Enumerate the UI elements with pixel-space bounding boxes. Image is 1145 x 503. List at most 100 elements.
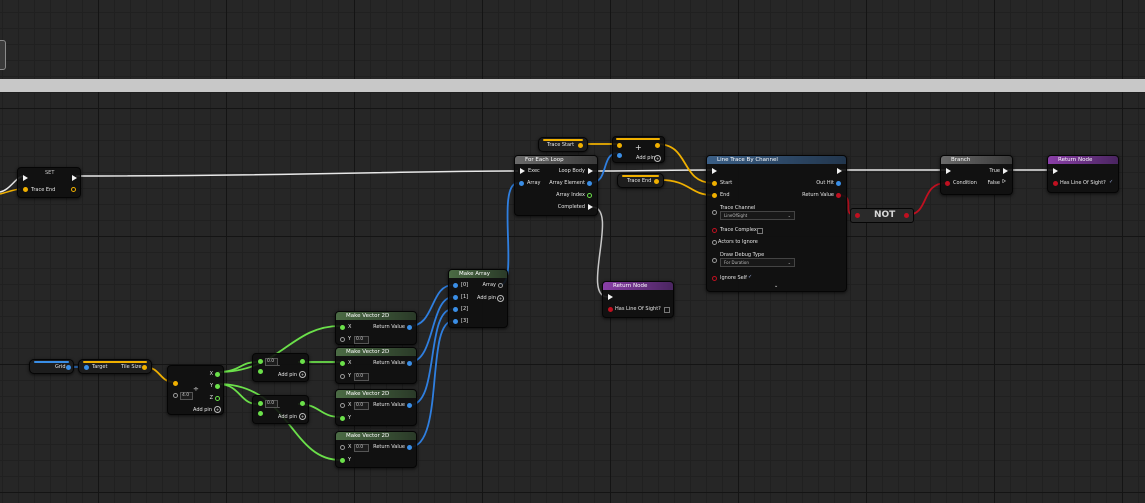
x-pin[interactable]	[340, 403, 345, 408]
b-pin[interactable]	[258, 411, 263, 416]
item-pin[interactable]	[453, 295, 458, 300]
exec-in-pin[interactable]	[608, 294, 613, 300]
exec-in-pin[interactable]	[520, 168, 525, 174]
for-each-loop-node[interactable]: For Each Loop Exec Array Loop Body Array…	[514, 155, 598, 216]
a-input[interactable]: 0.0	[265, 358, 278, 366]
trace-complex-checkbox[interactable]	[757, 228, 763, 234]
return-pin[interactable]	[655, 143, 660, 148]
return-value-pin[interactable]	[836, 193, 841, 198]
a-pin[interactable]	[258, 359, 263, 364]
ignore-self-pin[interactable]	[712, 276, 717, 281]
b-pin[interactable]	[617, 153, 622, 158]
return-value-pin[interactable]	[407, 403, 412, 408]
return-node[interactable]: Return Node Has Line Of Sight?	[602, 281, 674, 318]
exec-out-pin[interactable]	[72, 175, 77, 181]
trace-complex-pin[interactable]	[712, 228, 717, 233]
start-pin[interactable]	[712, 181, 717, 186]
b-pin[interactable]	[258, 369, 263, 374]
y-pin[interactable]	[340, 337, 345, 342]
y-input[interactable]: 0.0	[354, 336, 369, 344]
x-pin[interactable]	[340, 361, 345, 366]
draw-debug-dropdown[interactable]: For Duration ⌄	[720, 258, 795, 267]
x-out-pin[interactable]	[215, 372, 220, 377]
trace-channel-pin[interactable]	[712, 210, 717, 215]
item-pin[interactable]	[453, 319, 458, 324]
set-node[interactable]: SET Trace End	[17, 167, 81, 198]
y-input[interactable]: 0.0	[354, 373, 369, 381]
completed-pin[interactable]	[588, 204, 593, 210]
return-pin[interactable]	[300, 401, 305, 406]
trace-start-variable[interactable]: Trace Start	[538, 137, 588, 152]
object-out-pin[interactable]	[66, 365, 71, 370]
condition-pin[interactable]	[945, 181, 950, 186]
expand-icon[interactable]: ⌄	[774, 283, 778, 289]
make-vector-2d-node[interactable]: Make Vector 2D X 0.0 Y Return Value	[335, 389, 417, 426]
x-pin[interactable]	[340, 445, 345, 450]
vector-in-pin[interactable]	[23, 187, 28, 192]
target-pin[interactable]	[84, 365, 89, 370]
true-pin[interactable]	[1003, 168, 1008, 174]
a-pin[interactable]	[173, 381, 178, 386]
add-pin-icon[interactable]: +	[497, 295, 504, 302]
trace-end-variable[interactable]: Trace End	[617, 173, 664, 188]
return-value-pin[interactable]	[407, 361, 412, 366]
item-pin[interactable]	[453, 307, 458, 312]
has-los-pin[interactable]	[1053, 181, 1058, 186]
x-pin[interactable]	[340, 325, 345, 330]
vector-out-pin[interactable]	[654, 179, 659, 184]
make-vector-2d-node[interactable]: Make Vector 2D X Y 0.0 Return Value	[335, 311, 417, 345]
x-input[interactable]: 0.0	[354, 402, 369, 410]
item-pin[interactable]	[453, 283, 458, 288]
a-pin[interactable]	[258, 401, 263, 406]
exec-in-pin[interactable]	[1053, 168, 1058, 174]
a-pin[interactable]	[617, 143, 622, 148]
add-pin-icon[interactable]: +	[299, 371, 306, 378]
divide-node[interactable]: 4.0 ÷ X Y Z Add pin +	[167, 365, 224, 415]
false-pin[interactable]: ᐅ	[1002, 179, 1006, 185]
array-in-pin[interactable]	[519, 181, 524, 186]
not-node[interactable]: NOT	[850, 208, 914, 223]
make-vector-2d-node[interactable]: Make Vector 2D X Y 0.0 Return Value	[335, 347, 417, 384]
vector-out-pin[interactable]	[578, 143, 583, 148]
check-icon[interactable]: ✓	[1109, 179, 1113, 185]
grid-variable[interactable]: Grid	[29, 359, 74, 374]
vector-out-pin[interactable]	[71, 187, 76, 192]
array-index-pin[interactable]	[587, 193, 592, 198]
a-input[interactable]: 0.0	[265, 400, 278, 408]
b-input[interactable]: 4.0	[180, 392, 193, 400]
actors-to-ignore-pin[interactable]	[712, 240, 717, 245]
array-element-pin[interactable]	[587, 181, 592, 186]
exec-in-pin[interactable]	[23, 175, 28, 181]
add-pin-icon[interactable]: +	[299, 413, 306, 420]
add-pin-icon[interactable]: +	[654, 155, 661, 162]
vector-out-pin[interactable]	[142, 365, 147, 370]
trace-channel-dropdown[interactable]: LineOfSight ⌄	[720, 211, 795, 220]
b-pin[interactable]	[173, 393, 178, 398]
make-array-node[interactable]: Make Array [0] [1] [2] [3] Array Add pin…	[448, 269, 508, 328]
exec-out-pin[interactable]	[837, 168, 842, 174]
not-out-pin[interactable]	[904, 213, 909, 218]
subtract-node[interactable]: 0.0 - Add pin +	[252, 395, 309, 424]
return-value-pin[interactable]	[407, 325, 412, 330]
exec-in-pin[interactable]	[946, 168, 951, 174]
z-out-pin[interactable]	[215, 396, 220, 401]
branch-node[interactable]: Branch Condition True False ᐅ	[940, 155, 1013, 195]
y-pin[interactable]	[340, 416, 345, 421]
draw-debug-pin[interactable]	[712, 258, 717, 263]
out-hit-pin[interactable]	[836, 181, 841, 186]
x-input[interactable]: 0.0	[354, 444, 369, 452]
check-icon[interactable]: ✓	[748, 274, 752, 280]
make-vector-2d-node[interactable]: Make Vector 2D X 0.0 Y Return Value	[335, 431, 417, 468]
array-out-pin[interactable]	[498, 283, 503, 288]
has-los-checkbox[interactable]	[664, 307, 670, 313]
add-pin-icon[interactable]: +	[214, 406, 221, 413]
has-los-pin[interactable]	[608, 307, 613, 312]
subtract-node[interactable]: 0.0 - Add pin +	[252, 353, 309, 382]
end-pin[interactable]	[712, 193, 717, 198]
loop-body-pin[interactable]	[588, 168, 593, 174]
return-node[interactable]: Return Node Has Line Of Sight? ✓	[1047, 155, 1119, 193]
line-trace-node[interactable]: Line Trace By Channel Start Out Hit End …	[706, 155, 847, 292]
return-value-pin[interactable]	[407, 445, 412, 450]
return-pin[interactable]	[300, 359, 305, 364]
y-pin[interactable]	[340, 374, 345, 379]
